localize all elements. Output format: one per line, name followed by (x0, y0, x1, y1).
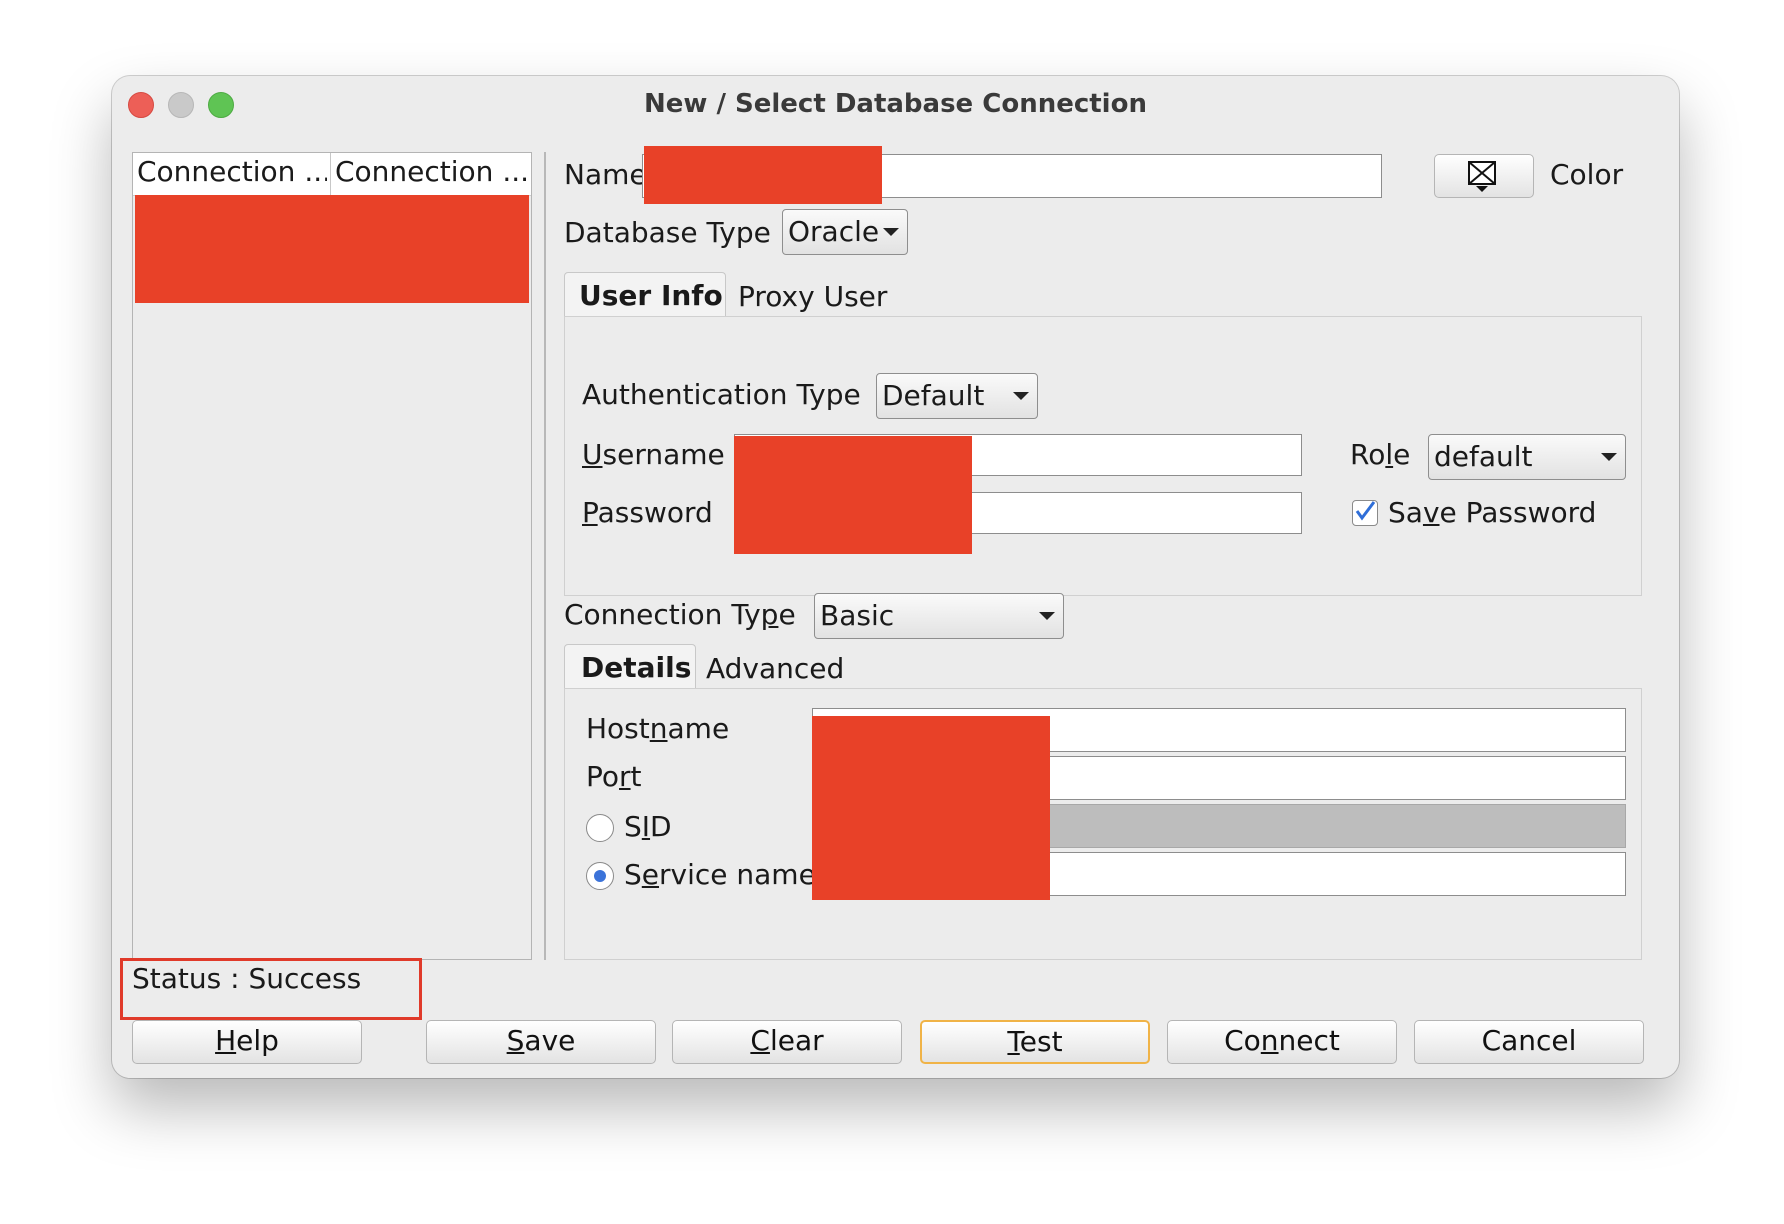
connection-type-select[interactable]: Basic (814, 593, 1064, 639)
chevron-down-icon (1013, 392, 1029, 400)
service-name-label[interactable]: Service name (624, 858, 816, 891)
chevron-down-icon (1039, 612, 1055, 620)
tab-proxy-user[interactable]: Proxy User (738, 274, 887, 320)
redacted-connection-row[interactable] (135, 195, 529, 303)
tab-details[interactable]: Details (564, 644, 696, 694)
save-password-label[interactable]: Save Password (1388, 496, 1596, 529)
connections-table[interactable]: Connection ... Connection ... (132, 152, 532, 960)
redacted-credentials (734, 436, 972, 554)
role-label: Role (1350, 438, 1411, 471)
username-label: Username (582, 438, 725, 471)
clear-button[interactable]: Clear (672, 1020, 902, 1064)
connection-type-label: Connection Type (564, 598, 796, 631)
column-divider (330, 153, 331, 195)
color-picker-button[interactable] (1434, 154, 1534, 198)
database-type-value: Oracle (788, 215, 880, 248)
save-password-checkbox[interactable] (1352, 500, 1378, 526)
database-type-select[interactable]: Oracle (782, 209, 908, 255)
sid-radio[interactable] (586, 814, 614, 842)
auth-type-label: Authentication Type (582, 378, 861, 411)
auth-type-value: Default (882, 379, 985, 412)
connections-column-header-1[interactable]: Connection ... (137, 155, 327, 188)
test-button[interactable]: Test (920, 1020, 1150, 1064)
window-title: New / Select Database Connection (644, 89, 1147, 119)
chevron-down-icon (883, 228, 899, 236)
redacted-connection-details (812, 716, 1050, 900)
splitter[interactable] (544, 152, 546, 960)
role-value: default (1434, 440, 1533, 473)
cancel-button[interactable]: Cancel (1414, 1020, 1644, 1064)
help-button[interactable]: Help (132, 1020, 362, 1064)
connections-column-header-2[interactable]: Connection ... (335, 155, 529, 188)
redacted-name (644, 146, 882, 204)
tab-advanced[interactable]: Advanced (706, 646, 844, 692)
save-button[interactable]: Save (426, 1020, 656, 1064)
auth-type-select[interactable]: Default (876, 373, 1038, 419)
color-label: Color (1550, 158, 1624, 191)
connection-type-value: Basic (820, 599, 895, 632)
service-name-radio[interactable] (586, 862, 614, 890)
connect-button[interactable]: Connect (1167, 1020, 1397, 1064)
checkmark-icon (1355, 501, 1376, 521)
dialog-window: New / Select Database Connection Connect… (112, 76, 1679, 1078)
role-select[interactable]: default (1428, 434, 1626, 480)
sid-label[interactable]: SID (624, 810, 672, 843)
port-label: Port (586, 760, 642, 793)
name-label: Name (564, 158, 647, 191)
chevron-down-icon (1601, 453, 1617, 461)
password-label: Password (582, 496, 713, 529)
hostname-label: Hostname (586, 712, 730, 745)
color-swatch-icon (1468, 161, 1496, 192)
database-type-label: Database Type (564, 216, 771, 249)
connections-table-header: Connection ... Connection ... (133, 153, 531, 196)
status-highlight-box (120, 958, 422, 1020)
